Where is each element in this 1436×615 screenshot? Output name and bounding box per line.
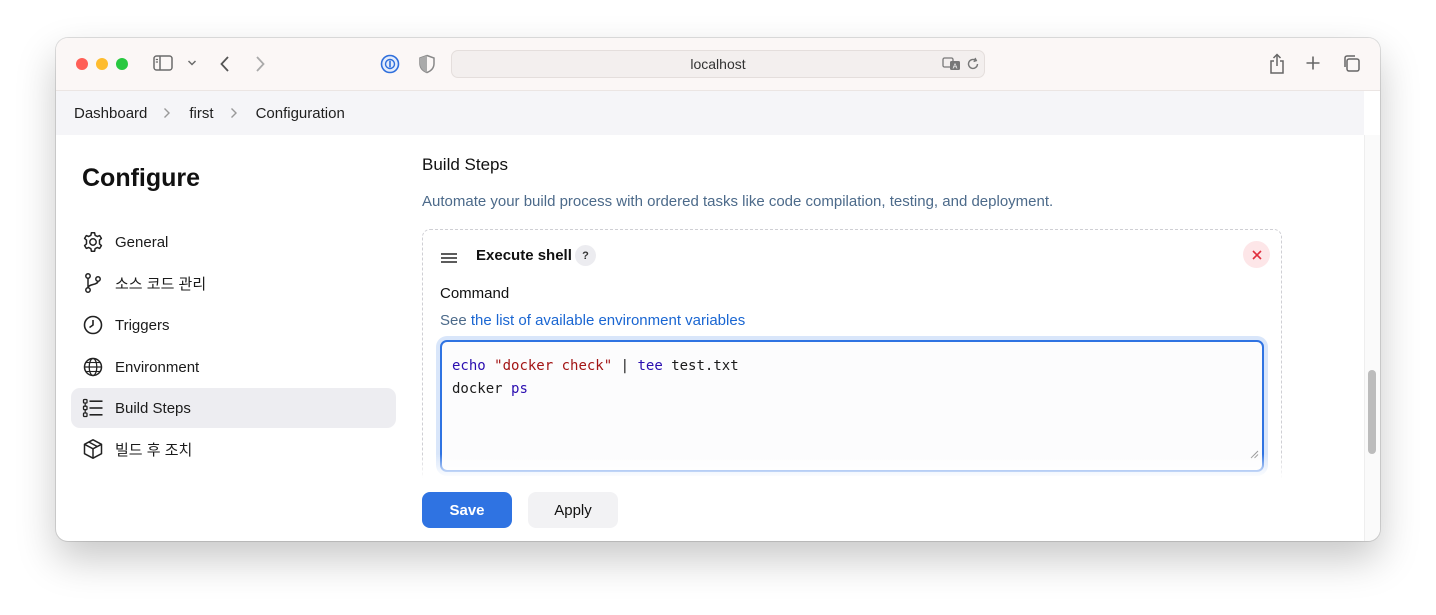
browser-window: localhost A Dashboard first Configuratio… <box>56 38 1380 541</box>
password-manager-icon[interactable] <box>380 54 400 74</box>
sidebar-item-build-steps[interactable]: Build Steps <box>71 388 396 428</box>
help-prefix: See <box>440 312 467 329</box>
clock-icon <box>82 314 104 336</box>
minimize-window-button[interactable] <box>96 58 108 70</box>
svg-text:A: A <box>953 63 958 71</box>
scroll-fade <box>406 454 1364 478</box>
share-icon[interactable] <box>1268 53 1286 75</box>
translate-icon[interactable]: A <box>942 56 962 75</box>
env-vars-help: See the list of available environment va… <box>440 312 745 329</box>
env-vars-link[interactable]: the list of available environment variab… <box>471 312 745 329</box>
remove-step-button[interactable] <box>1243 241 1270 268</box>
sidebar-item-label: Build Steps <box>115 399 191 417</box>
forward-icon[interactable] <box>254 55 266 73</box>
close-icon <box>1251 249 1262 260</box>
zoom-window-button[interactable] <box>116 58 128 70</box>
code-token: | <box>612 358 638 374</box>
code-token: ps <box>511 381 528 397</box>
apply-button[interactable]: Apply <box>528 492 618 528</box>
url-text: localhost <box>690 56 746 72</box>
sidebar-item-label: 빌드 후 조치 <box>115 441 193 459</box>
back-icon[interactable] <box>219 55 231 73</box>
reload-icon[interactable] <box>966 57 980 74</box>
command-label: Command <box>440 285 510 302</box>
breadcrumb-dashboard[interactable]: Dashboard <box>74 105 147 122</box>
code-token: tee <box>637 358 663 374</box>
sidebar-item-triggers[interactable]: Triggers <box>71 305 396 345</box>
step-title: Execute shell <box>476 247 572 264</box>
save-button[interactable]: Save <box>422 492 512 528</box>
close-window-button[interactable] <box>76 58 88 70</box>
branch-icon <box>82 272 104 294</box>
breadcrumb-first[interactable]: first <box>189 105 213 122</box>
sidebar-item-post-build[interactable]: 빌드 후 조치 <box>71 429 396 469</box>
sidebar-item-label: 소스 코드 관리 <box>115 275 207 293</box>
chevron-right-icon <box>163 107 171 119</box>
breadcrumb-configuration[interactable]: Configuration <box>256 105 345 122</box>
sidebar-item-source-code[interactable]: 소스 코드 관리 <box>71 263 396 303</box>
sidebar-item-label: Environment <box>115 358 200 376</box>
tab-overview-icon[interactable] <box>1342 54 1361 73</box>
scrollbar-track[interactable] <box>1364 135 1380 541</box>
sidebar-toggle-icon[interactable] <box>153 54 173 72</box>
gear-icon <box>82 231 104 253</box>
page-title: Configure <box>82 164 201 192</box>
globe-icon <box>82 356 104 378</box>
sidebar-item-label: Triggers <box>115 316 170 334</box>
drag-handle-icon[interactable] <box>440 251 458 269</box>
sidebar-item-general[interactable]: General <box>71 222 396 262</box>
chevron-down-icon[interactable] <box>187 59 197 67</box>
section-description: Automate your build process with ordered… <box>422 193 1054 210</box>
code-token: docker <box>452 381 512 397</box>
scrollbar-thumb[interactable] <box>1368 370 1376 454</box>
section-title: Build Steps <box>422 155 508 174</box>
package-icon <box>82 438 104 460</box>
command-textarea[interactable]: echo "docker check" | tee test.txt docker… <box>440 340 1264 472</box>
sidebar-item-environment[interactable]: Environment <box>71 347 396 387</box>
new-tab-icon[interactable] <box>1305 55 1321 71</box>
address-bar[interactable]: localhost A <box>451 50 985 78</box>
browser-toolbar: localhost A <box>56 38 1380 91</box>
sidebar-item-label: General <box>115 233 169 251</box>
code-token: test.txt <box>662 358 739 374</box>
code-line: docker ps <box>452 378 1252 401</box>
shield-icon[interactable] <box>418 54 436 74</box>
help-button[interactable]: ? <box>575 245 596 266</box>
code-token: echo <box>452 358 486 374</box>
code-token: "docker check" <box>494 358 613 374</box>
list-steps-icon <box>82 397 104 419</box>
code-line: echo "docker check" | tee test.txt <box>452 355 1252 378</box>
chevron-right-icon <box>230 107 238 119</box>
breadcrumb: Dashboard first Configuration <box>56 91 1364 135</box>
